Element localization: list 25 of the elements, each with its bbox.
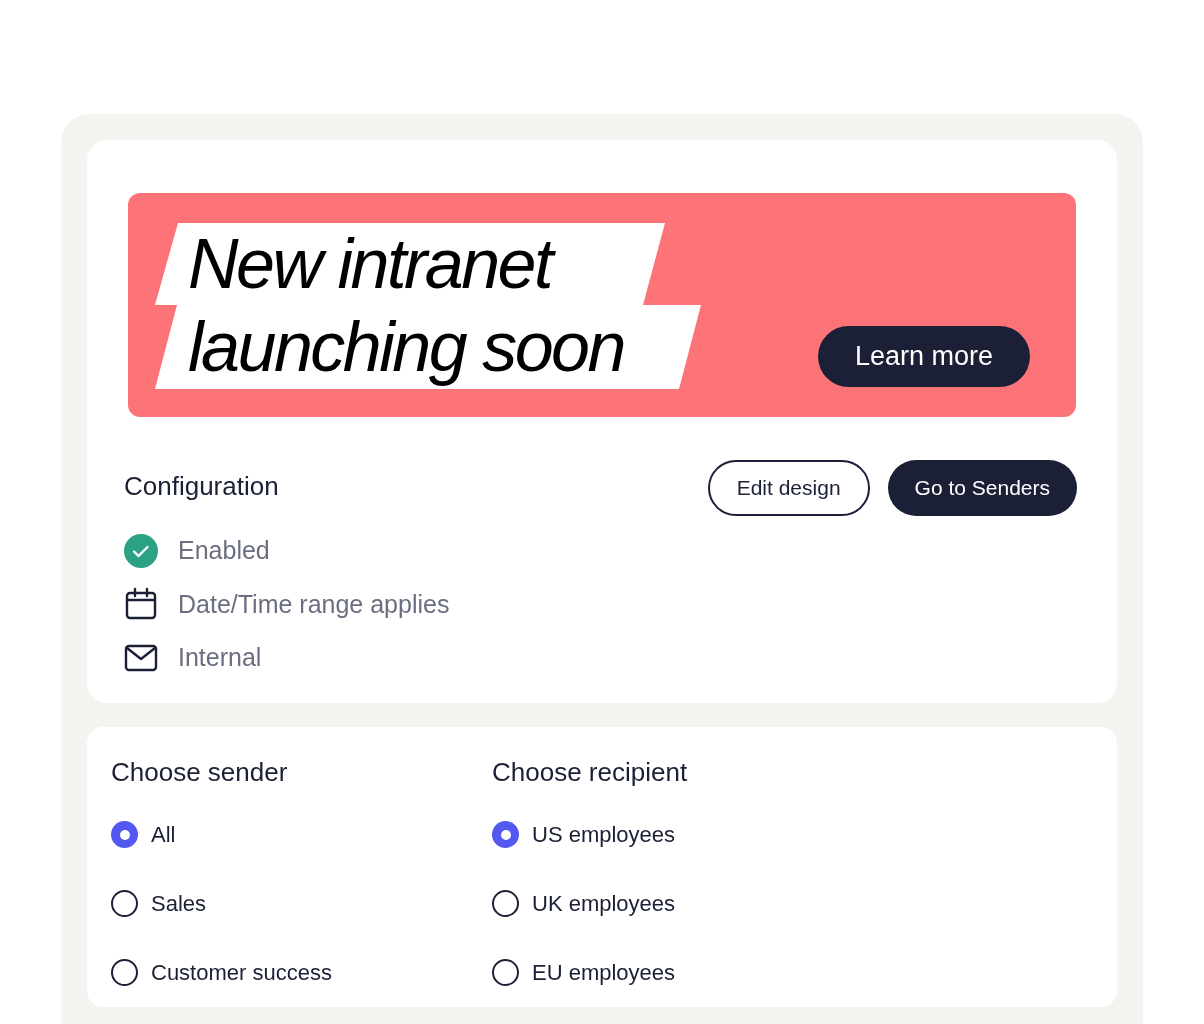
radio-button[interactable] xyxy=(492,821,519,848)
radio-button[interactable] xyxy=(111,890,138,917)
radio-button[interactable] xyxy=(492,890,519,917)
config-item: Date/Time range applies xyxy=(178,588,450,620)
radio-button[interactable] xyxy=(492,959,519,986)
radio-label: Sales xyxy=(151,890,207,918)
group-title: Choose recipient xyxy=(492,756,688,789)
radio-label: US employees xyxy=(532,821,676,849)
check-icon xyxy=(124,533,158,568)
learn-more-button[interactable]: Learn more xyxy=(818,326,1030,387)
radio-label: All xyxy=(151,821,176,849)
calendar-icon xyxy=(124,587,158,622)
group-title: Choose sender xyxy=(111,756,289,789)
action-button[interactable]: Go to Senders xyxy=(887,460,1077,516)
config-item: Internal xyxy=(178,642,262,673)
section-title: Configuration xyxy=(124,470,280,503)
radio-button[interactable] xyxy=(111,821,138,848)
headline: launching soon xyxy=(188,307,624,388)
radio-label: UK employees xyxy=(532,890,676,918)
config-item: Enabled xyxy=(178,535,270,566)
radio-label: EU employees xyxy=(532,959,676,987)
radio-button[interactable] xyxy=(111,959,138,986)
radio-label: Customer success xyxy=(151,959,332,987)
headline: New intranet xyxy=(188,223,624,306)
action-button[interactable]: Edit design xyxy=(707,460,870,516)
